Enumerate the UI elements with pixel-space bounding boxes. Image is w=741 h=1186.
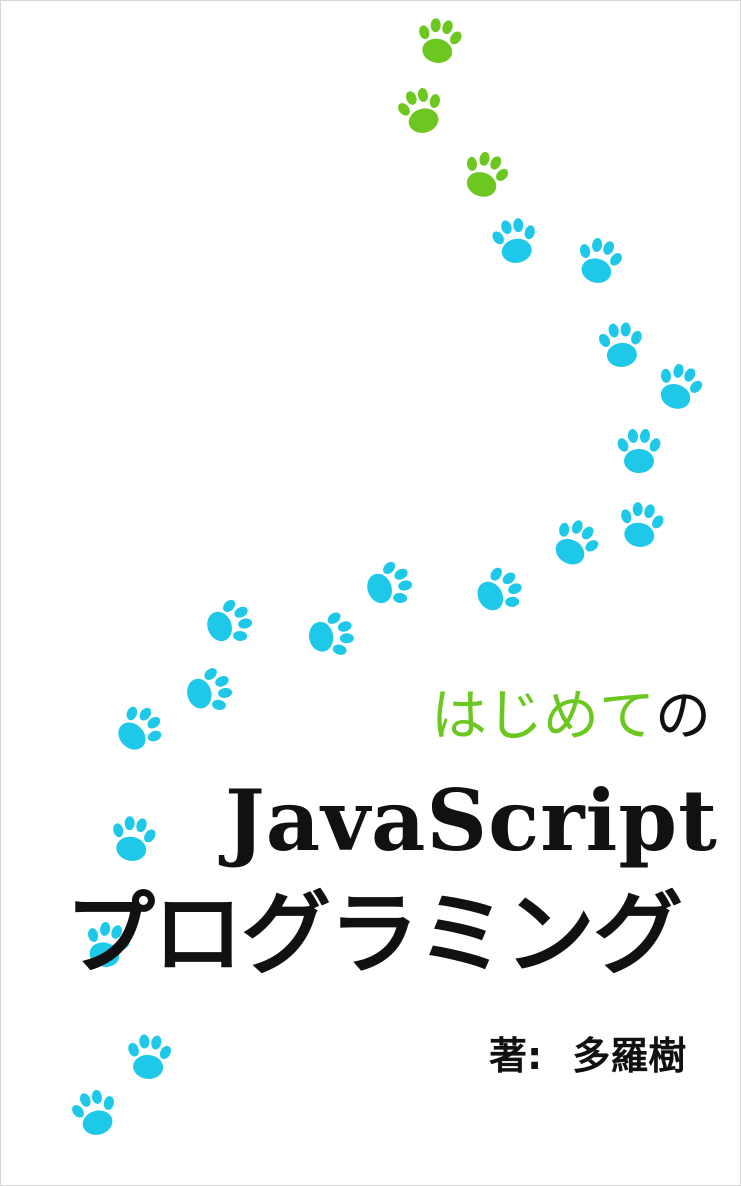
book-title-line2: プログラミング xyxy=(65,881,683,987)
paw-trail xyxy=(66,14,709,1141)
author-line: 著: 多羅樹 xyxy=(489,1037,686,1075)
author-label: 著: xyxy=(489,1034,543,1078)
paw-print-icon xyxy=(412,14,467,67)
paw-print-icon xyxy=(543,511,607,574)
paw-print-icon xyxy=(392,83,450,139)
paw-print-icon xyxy=(200,593,259,653)
paw-print-icon xyxy=(615,428,663,473)
paw-print-icon xyxy=(468,559,531,623)
paw-print-icon xyxy=(455,145,515,204)
subtitle-dark: の xyxy=(655,684,711,749)
paw-print-icon xyxy=(570,233,628,289)
paw-print-icon xyxy=(595,320,647,369)
subtitle: はじめての xyxy=(431,689,711,745)
paw-print-icon xyxy=(123,1032,175,1081)
paw-print-icon xyxy=(181,662,237,720)
author-name: 多羅樹 xyxy=(572,1034,687,1078)
paw-print-icon xyxy=(614,498,669,551)
subtitle-green: はじめて xyxy=(431,684,655,749)
paw-print-icon xyxy=(305,607,358,662)
paw-print-icon xyxy=(487,214,542,267)
paw-print-icon xyxy=(106,812,161,865)
paw-print-icon xyxy=(649,357,709,416)
book-cover: はじめての JavaScript プログラミング 著: 多羅樹 xyxy=(0,0,741,1186)
paw-print-icon xyxy=(106,696,172,762)
paw-print-icon xyxy=(66,1085,124,1141)
book-title: JavaScript xyxy=(225,771,718,870)
paw-print-icon xyxy=(360,555,419,615)
